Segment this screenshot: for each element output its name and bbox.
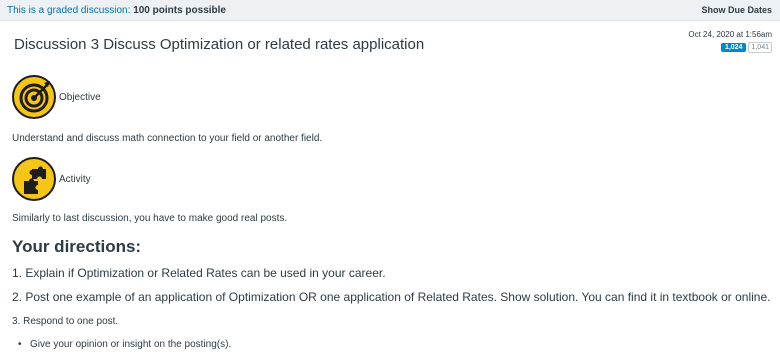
objective-label: Objective <box>59 92 101 103</box>
objective-text: Understand and discuss math connection t… <box>12 133 323 144</box>
show-due-dates-button[interactable]: Show Due Dates <box>701 0 772 21</box>
graded-info: This is a graded discussion: 100 points … <box>7 0 226 21</box>
graded-label: This is a graded discussion: <box>7 5 131 16</box>
direction-item-2: 2. Post one example of an application of… <box>12 290 771 304</box>
direction-item-1: 1. Explain if Optimization or Related Ra… <box>12 266 386 280</box>
post-meta: Oct 24, 2020 at 1:56am 1,024 1,041 <box>688 30 772 53</box>
puzzle-icon <box>12 157 56 201</box>
direction-item-3: 3. Respond to one post. <box>12 316 119 327</box>
unread-count-badge[interactable]: 1,024 <box>720 43 747 52</box>
directions-heading: Your directions: <box>12 237 142 256</box>
direction-bullet: • Give your opinion or insight on the pos… <box>18 339 231 350</box>
bullet-icon: • <box>18 339 22 350</box>
activity-text: Similarly to last discussion, you have t… <box>12 213 288 224</box>
activity-label: Activity <box>59 174 91 185</box>
target-icon <box>12 75 56 119</box>
total-count-badge: 1,041 <box>748 42 772 53</box>
points-possible: 100 points possible <box>133 5 226 16</box>
graded-banner: This is a graded discussion: 100 points … <box>0 0 780 21</box>
post-timestamp: Oct 24, 2020 at 1:56am <box>688 30 772 39</box>
discussion-title: Discussion 3 Discuss Optimization or rel… <box>14 36 425 53</box>
reply-counts: 1,024 1,041 <box>688 42 772 53</box>
direction-bullet-text: Give your opinion or insight on the post… <box>30 339 232 350</box>
